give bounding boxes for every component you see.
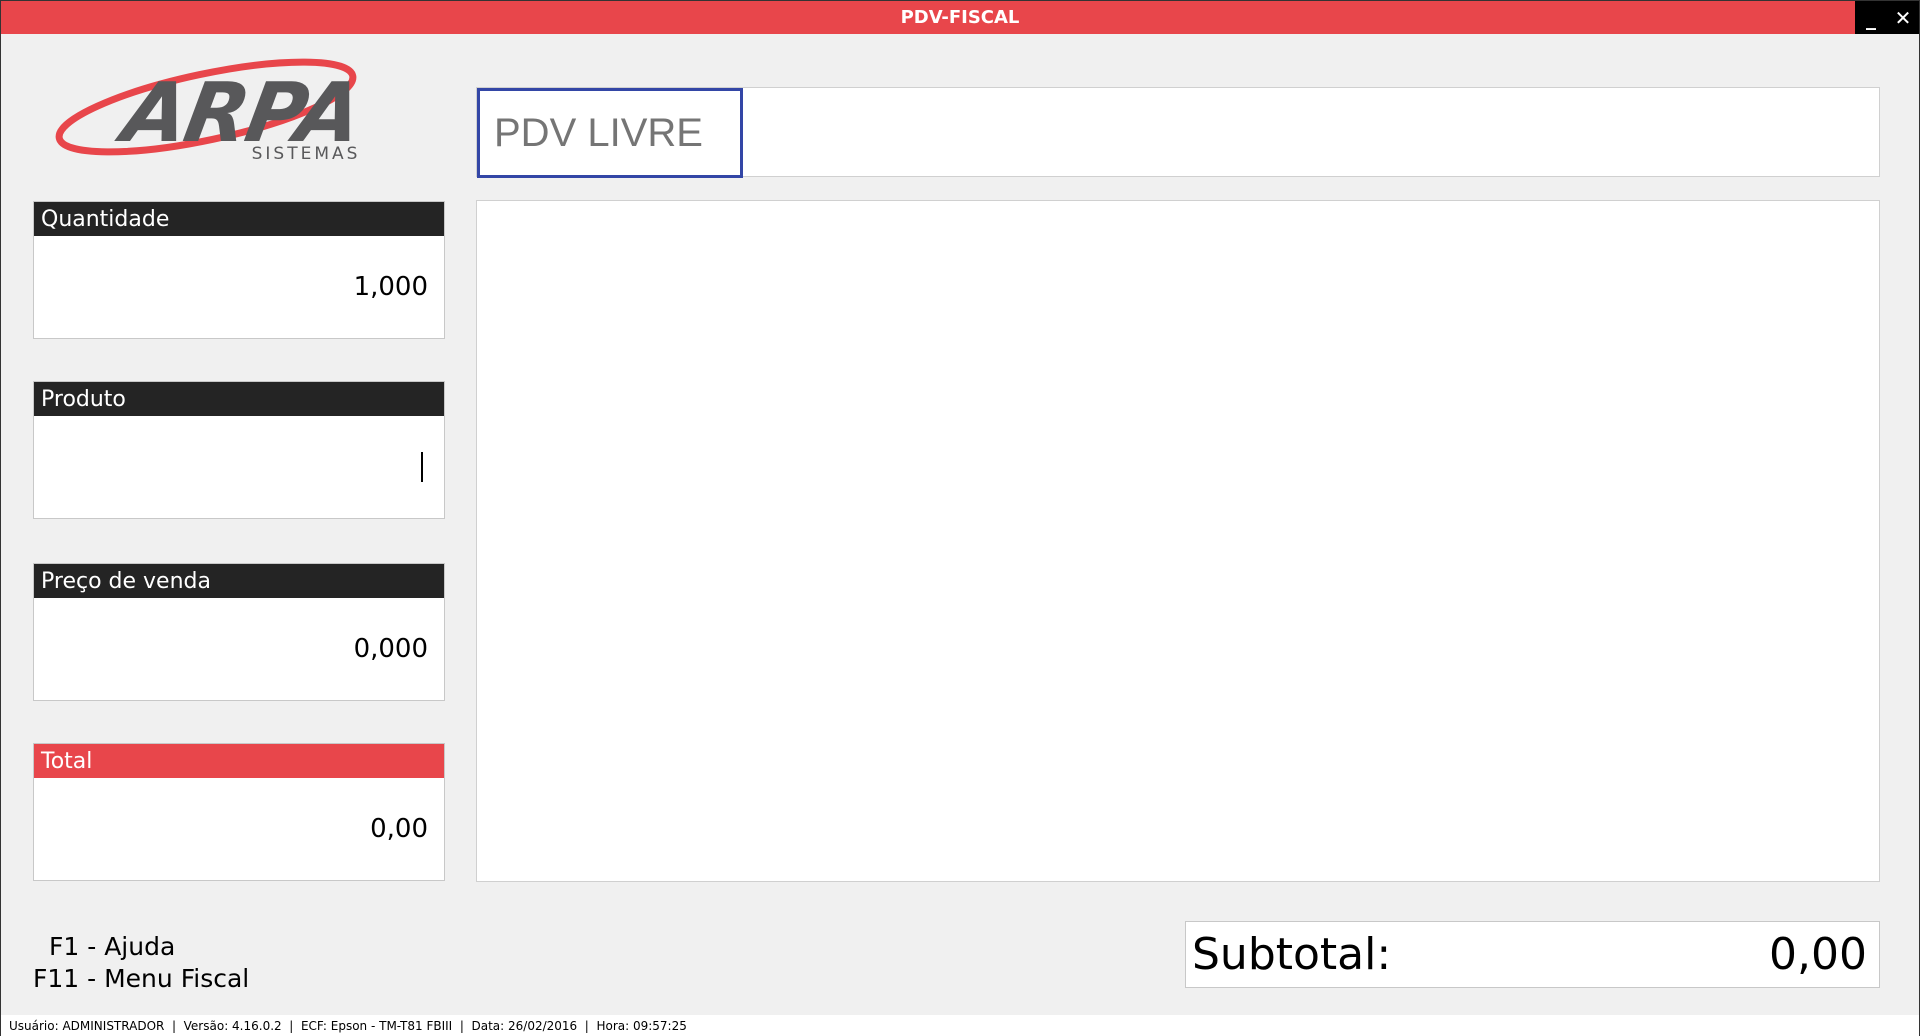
product-field: Produto: [33, 381, 445, 519]
status-bar: Usuário: ADMINISTRADOR | Versão: 4.16.0.…: [1, 1015, 1919, 1036]
items-list-panel: [476, 200, 1880, 882]
help-f1[interactable]: F1 - Ajuda: [33, 931, 249, 963]
total-label: Total: [34, 744, 444, 778]
minimize-icon: _: [1866, 5, 1876, 30]
arpa-logo: ARPA SISTEMAS: [55, 58, 367, 164]
quantity-input[interactable]: 1,000: [34, 236, 444, 338]
quantity-label: Quantidade: [34, 202, 444, 236]
close-icon: ✕: [1894, 5, 1912, 30]
window-controls: _ ✕: [1855, 1, 1919, 34]
pdv-status-box: PDV LIVRE: [476, 87, 1880, 178]
logo-subtitle: SISTEMAS: [252, 144, 361, 164]
price-field: Preço de venda 0,000: [33, 563, 445, 701]
price-label: Preço de venda: [34, 564, 444, 598]
help-shortcuts: F1 - Ajuda F11 - Menu Fiscal: [33, 931, 249, 995]
product-label: Produto: [34, 382, 444, 416]
close-button[interactable]: ✕: [1887, 1, 1919, 34]
text-cursor: [421, 452, 423, 482]
pdv-window: PDV-FISCAL _ ✕ ARPA SISTEMAS PDV LIVRE Q…: [0, 0, 1920, 1036]
price-input[interactable]: 0,000: [34, 598, 444, 700]
title-bar: PDV-FISCAL _ ✕: [1, 1, 1919, 34]
window-title: PDV-FISCAL: [900, 7, 1020, 28]
total-field: Total 0,00: [33, 743, 445, 881]
subtotal-value: 0,00: [1769, 929, 1867, 980]
product-input[interactable]: [34, 416, 444, 518]
help-f11[interactable]: F11 - Menu Fiscal: [33, 963, 249, 995]
total-value: 0,00: [370, 814, 428, 844]
subtotal-box: Subtotal: 0,00: [1185, 921, 1880, 988]
minimize-button[interactable]: _: [1855, 1, 1887, 34]
quantity-field: Quantidade 1,000: [33, 201, 445, 339]
subtotal-label: Subtotal:: [1192, 929, 1392, 980]
pdv-status-label: PDV LIVRE: [477, 88, 743, 178]
